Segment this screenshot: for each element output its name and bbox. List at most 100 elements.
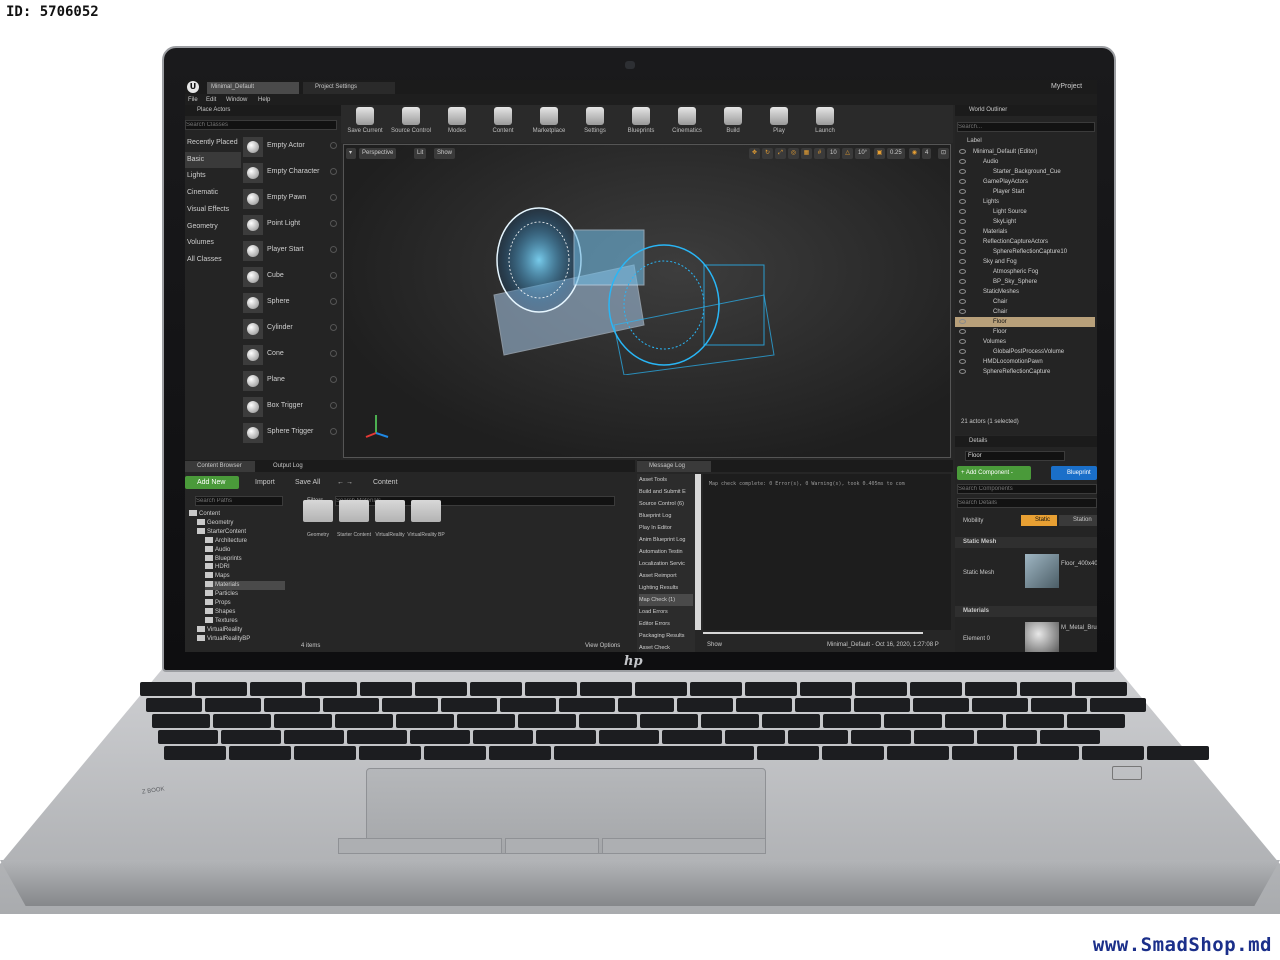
log-scrollbar[interactable] xyxy=(695,474,701,630)
visibility-icon[interactable] xyxy=(959,299,966,304)
actor-item[interactable]: Sphere Trigger xyxy=(243,421,337,445)
search-details-input[interactable] xyxy=(957,498,1097,508)
outliner-row[interactable]: Chair xyxy=(955,297,1095,307)
folder-tree-item[interactable]: Blueprints xyxy=(205,554,242,564)
outliner-row[interactable]: SphereReflectionCapture xyxy=(955,367,1095,377)
menu-edit[interactable]: Edit xyxy=(206,96,216,104)
visibility-icon[interactable] xyxy=(959,319,966,324)
folder-tree-item[interactable]: Particles xyxy=(205,590,238,599)
log-category[interactable]: Source Control (6) xyxy=(639,498,693,510)
outliner-row[interactable]: Floor xyxy=(955,327,1095,337)
toolbar-launch-button[interactable]: Launch xyxy=(803,107,847,139)
tab-level[interactable]: Minimal_Default xyxy=(207,82,299,94)
actor-item[interactable]: Sphere xyxy=(243,291,337,315)
actor-item[interactable]: Empty Character xyxy=(243,161,337,185)
folder-tree-item[interactable]: Textures xyxy=(205,616,238,626)
actor-item[interactable]: Player Start xyxy=(243,239,337,263)
outliner-row[interactable]: Atmospheric Fog xyxy=(955,267,1095,277)
log-category[interactable]: Anim Blueprint Log xyxy=(639,534,693,546)
scale-snap-icon[interactable]: ▣ xyxy=(874,148,885,159)
outliner-row[interactable]: SphereReflectionCapture10 xyxy=(955,247,1095,257)
rotate-icon[interactable]: ↻ xyxy=(762,148,773,159)
perspective-button[interactable]: Perspective xyxy=(359,148,397,159)
grid-snap-icon[interactable]: # xyxy=(814,148,825,159)
folder-tree-item[interactable]: Audio xyxy=(205,545,230,555)
menu-file[interactable]: File xyxy=(188,96,198,104)
visibility-icon[interactable] xyxy=(959,269,966,274)
menu-help[interactable]: Help xyxy=(258,96,270,104)
category-lights[interactable]: Lights xyxy=(185,168,241,184)
outliner-row[interactable]: SkyLight xyxy=(955,217,1095,227)
visibility-icon[interactable] xyxy=(959,369,966,374)
search-paths-input[interactable] xyxy=(195,496,283,506)
outliner-row[interactable]: StaticMeshes xyxy=(955,287,1095,297)
category-geometry[interactable]: Geometry xyxy=(185,219,241,235)
log-category[interactable]: Localization Servic xyxy=(639,558,693,570)
visibility-icon[interactable] xyxy=(959,309,966,314)
toolbar-blueprints-button[interactable]: Blueprints xyxy=(619,107,663,139)
visibility-icon[interactable] xyxy=(959,159,966,164)
log-category[interactable]: Asset Check xyxy=(639,642,693,652)
visibility-icon[interactable] xyxy=(959,169,966,174)
tab-project-settings[interactable]: Project Settings xyxy=(303,82,395,94)
actor-info-icon[interactable] xyxy=(330,402,337,409)
surface-snap-icon[interactable]: ▦ xyxy=(801,148,812,159)
folder-tree-item[interactable]: Maps xyxy=(205,572,230,581)
visibility-icon[interactable] xyxy=(959,239,966,244)
visibility-icon[interactable] xyxy=(959,279,966,284)
folder-tree-item[interactable]: Geometry xyxy=(197,518,233,528)
folder-tree-item[interactable]: Content xyxy=(189,510,220,519)
actor-info-icon[interactable] xyxy=(330,246,337,253)
actor-item[interactable]: Plane xyxy=(243,369,337,393)
toolbar-cinematics-button[interactable]: Cinematics xyxy=(665,107,709,139)
log-show-button[interactable]: Show xyxy=(707,641,722,649)
material-value[interactable]: M_Metal_Brus xyxy=(1061,624,1097,632)
actor-item[interactable]: Cone xyxy=(243,343,337,367)
log-category[interactable]: Load Errors xyxy=(639,606,693,618)
outliner-row[interactable]: Minimal_Default (Editor) xyxy=(955,147,1095,157)
log-category[interactable]: Asset Reimport xyxy=(639,570,693,582)
visibility-icon[interactable] xyxy=(959,339,966,344)
outliner-row[interactable]: Sky and Fog xyxy=(955,257,1095,267)
scale-snap-value[interactable]: 0.25 xyxy=(887,148,905,159)
visibility-icon[interactable] xyxy=(959,289,966,294)
viewport[interactable]: ▾ Perspective Lit Show ✥ ↻ ⤢ ◎ ▦ # 10 △ … xyxy=(343,144,951,458)
add-new-button[interactable]: Add New xyxy=(185,476,239,489)
category-basic[interactable]: Basic xyxy=(185,151,241,168)
actor-item[interactable]: Cube xyxy=(243,265,337,289)
outliner-row[interactable]: GamePlayActors xyxy=(955,177,1095,187)
visibility-icon[interactable] xyxy=(959,179,966,184)
actor-info-icon[interactable] xyxy=(330,428,337,435)
folder-tree-item[interactable]: VirtualReality xyxy=(197,625,242,635)
outliner-row[interactable]: Materials xyxy=(955,227,1095,237)
outliner-row[interactable]: Player Start xyxy=(955,187,1095,197)
menu-window[interactable]: Window xyxy=(226,96,247,104)
log-horizontal-scrollbar[interactable] xyxy=(703,632,923,634)
add-component-button[interactable]: + Add Component - xyxy=(957,466,1031,480)
outliner-row[interactable]: HMDLocomotionPawn xyxy=(955,357,1095,367)
mobility-stationary-toggle[interactable]: Station xyxy=(1059,515,1097,526)
outliner-search-input[interactable] xyxy=(957,122,1095,132)
log-category[interactable]: Play In Editor xyxy=(639,522,693,534)
asset-folder-icon[interactable] xyxy=(411,500,441,522)
actor-item[interactable]: Empty Pawn xyxy=(243,187,337,211)
visibility-icon[interactable] xyxy=(959,189,966,194)
log-category[interactable]: Automation Testin xyxy=(639,546,693,558)
category-cinematic[interactable]: Cinematic xyxy=(185,185,241,201)
asset-folder-icon[interactable] xyxy=(375,500,405,522)
scale-icon[interactable]: ⤢ xyxy=(775,148,786,159)
actor-item[interactable]: Cylinder xyxy=(243,317,337,341)
viewport-menu-button[interactable]: ▾ xyxy=(346,148,356,159)
log-category[interactable]: Build and Submit E xyxy=(639,486,693,498)
camera-speed-icon[interactable]: ◉ xyxy=(909,148,920,159)
rotation-snap-icon[interactable]: △ xyxy=(842,148,853,159)
category-visual-effects[interactable]: Visual Effects xyxy=(185,202,241,218)
actor-info-icon[interactable] xyxy=(330,350,337,357)
view-options-button[interactable]: View Options xyxy=(585,642,620,650)
toolbar-marketplace-button[interactable]: Marketplace xyxy=(527,107,571,139)
object-name-field[interactable]: Floor xyxy=(965,451,1065,461)
log-category[interactable]: Asset Tools xyxy=(639,474,693,486)
category-all-classes[interactable]: All Classes xyxy=(185,252,241,268)
grid-snap-value[interactable]: 10 xyxy=(827,148,840,159)
visibility-icon[interactable] xyxy=(959,329,966,334)
